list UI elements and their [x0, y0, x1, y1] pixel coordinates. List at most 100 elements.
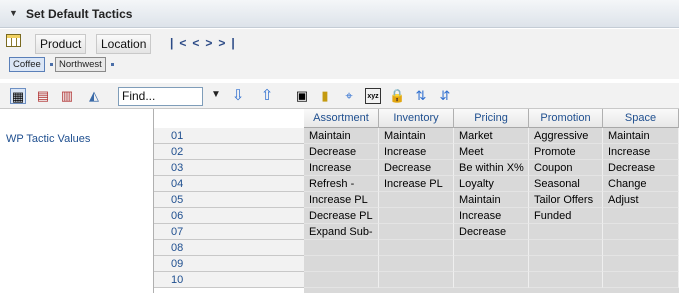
panel-title: Set Default Tactics — [26, 7, 133, 21]
grid-cell[interactable]: Increase PL — [379, 176, 454, 192]
grid-cell[interactable] — [603, 240, 679, 256]
chart-icon[interactable]: ▤ — [35, 88, 51, 104]
grid-cell[interactable]: Loyalty — [454, 176, 529, 192]
grid-cell[interactable] — [454, 272, 529, 288]
grid-cell[interactable] — [379, 256, 454, 272]
grid-body: Maintain Maintain Market Aggressive Maintain… — [304, 128, 679, 293]
column-header-assortment[interactable]: Assortment — [304, 109, 379, 128]
column-header-promotion[interactable]: Promotion — [529, 109, 603, 128]
grid-cell[interactable]: Decrease — [304, 144, 379, 160]
grid-cell[interactable] — [379, 208, 454, 224]
grid-cell[interactable] — [529, 256, 603, 272]
down-arrow-icon[interactable]: ⇩ — [230, 88, 246, 104]
grid-cell[interactable] — [304, 272, 379, 288]
grid-cell[interactable]: Promote — [529, 144, 603, 160]
row-number: 07 — [154, 224, 304, 240]
grid-cell[interactable]: Market — [454, 128, 529, 144]
grid-cell[interactable]: Be within X% — [454, 160, 529, 176]
up-arrow-icon[interactable]: ⇧ — [259, 88, 275, 104]
grid-cell[interactable]: Maintain — [304, 128, 379, 144]
tag-separator — [50, 63, 53, 66]
grid-cell[interactable]: Tailor Offers — [529, 192, 603, 208]
bar-chart-icon[interactable]: ▥ — [59, 88, 75, 104]
sort-ascending-icon[interactable]: ⇅ — [413, 88, 429, 104]
grid-cell[interactable] — [529, 224, 603, 240]
grid-cell[interactable] — [379, 272, 454, 288]
grid-cell[interactable] — [379, 224, 454, 240]
lock-icon[interactable]: 🔒 — [389, 88, 405, 104]
grid-cell[interactable]: Maintain — [379, 128, 454, 144]
grid-icon[interactable] — [6, 34, 21, 47]
row-number: 08 — [154, 240, 304, 256]
grid-cell[interactable]: Increase — [603, 144, 679, 160]
table-view-icon[interactable]: ▦ — [10, 88, 26, 104]
grid-cell[interactable] — [529, 272, 603, 288]
grid-cell[interactable]: Decrease — [603, 160, 679, 176]
first-icon[interactable]: |< — [170, 36, 192, 50]
data-grid: WP Tactic Values 01 02 03 04 05 06 07 08 09 10 As… — [0, 109, 679, 293]
grid-cell[interactable] — [454, 240, 529, 256]
column-icon[interactable]: ▮ — [317, 88, 333, 104]
grid-cell[interactable] — [379, 192, 454, 208]
grid-cell[interactable]: Increase — [379, 144, 454, 160]
column-header-inventory[interactable]: Inventory — [379, 109, 454, 128]
row-number: 05 — [154, 192, 304, 208]
grid-cell[interactable]: Coupon — [529, 160, 603, 176]
grid-cell[interactable] — [603, 224, 679, 240]
grid-cell[interactable]: Seasonal — [529, 176, 603, 192]
grid-cell[interactable] — [603, 208, 679, 224]
grid-cell[interactable] — [603, 272, 679, 288]
grid-cell[interactable]: Adjust — [603, 192, 679, 208]
grid-cell[interactable] — [454, 256, 529, 272]
grid-cell[interactable]: Maintain — [454, 192, 529, 208]
find-input[interactable]: Find... — [118, 87, 203, 106]
grid-cell[interactable]: Decrease PL — [304, 208, 379, 224]
row-number: 02 — [154, 144, 304, 160]
row-number: 03 — [154, 160, 304, 176]
row-label: WP Tactic Values — [6, 133, 91, 145]
tag-separator — [111, 63, 114, 66]
grid-cell[interactable]: Maintain — [603, 128, 679, 144]
column-header-space[interactable]: Space — [603, 109, 679, 128]
location-button[interactable]: Location — [96, 34, 152, 54]
grid-cell[interactable]: Decrease — [454, 224, 529, 240]
grid-cell[interactable]: Meet — [454, 144, 529, 160]
sort-descending-icon[interactable]: ⇵ — [437, 88, 453, 104]
dimension-bar: Product Location |<<>>| Coffee Northwest — [0, 29, 679, 79]
grid-cell[interactable] — [529, 240, 603, 256]
filter-tag-coffee[interactable]: Coffee — [9, 57, 45, 72]
pivot-icon[interactable]: ⌖ — [341, 88, 357, 104]
previous-icon[interactable]: < — [192, 36, 205, 50]
xyz-icon[interactable]: xyz — [365, 88, 381, 104]
row-number: 10 — [154, 272, 304, 288]
grid-cell[interactable] — [603, 256, 679, 272]
panel-header: ▼ Set Default Tactics — [0, 0, 679, 28]
filter-tag-northwest[interactable]: Northwest — [55, 57, 106, 72]
row-number: 01 — [154, 128, 304, 144]
grid-cell[interactable]: Change — [603, 176, 679, 192]
collapse-chevron-icon[interactable]: ▼ — [9, 8, 18, 18]
grid-cell[interactable] — [304, 256, 379, 272]
layout-icon[interactable]: ▣ — [294, 88, 310, 104]
column-header: Assortment Inventory Pricing Promotion Space — [304, 109, 679, 128]
row-number: 06 — [154, 208, 304, 224]
grid-cell[interactable]: Decrease — [379, 160, 454, 176]
last-icon[interactable]: >| — [218, 36, 240, 50]
grid-cell[interactable]: Aggressive — [529, 128, 603, 144]
grid-cell[interactable] — [379, 240, 454, 256]
area-chart-icon[interactable]: ◭ — [86, 88, 102, 104]
row-label-column: WP Tactic Values — [0, 109, 154, 293]
navigation-arrows[interactable]: |<<>>| — [170, 36, 241, 50]
grid-cell[interactable] — [304, 240, 379, 256]
find-dropdown-icon[interactable]: ▼ — [211, 89, 221, 100]
grid-cell[interactable]: Increase — [304, 160, 379, 176]
grid-cell[interactable]: Funded — [529, 208, 603, 224]
product-button[interactable]: Product — [35, 34, 87, 54]
column-header-pricing[interactable]: Pricing — [454, 109, 529, 128]
next-icon[interactable]: > — [205, 36, 218, 50]
grid-cell[interactable]: Increase PL — [304, 192, 379, 208]
grid-cell[interactable]: Expand Sub- — [304, 224, 379, 240]
row-number-column: 01 02 03 04 05 06 07 08 09 10 — [154, 128, 304, 288]
grid-cell[interactable]: Increase — [454, 208, 529, 224]
grid-cell[interactable]: Refresh - — [304, 176, 379, 192]
